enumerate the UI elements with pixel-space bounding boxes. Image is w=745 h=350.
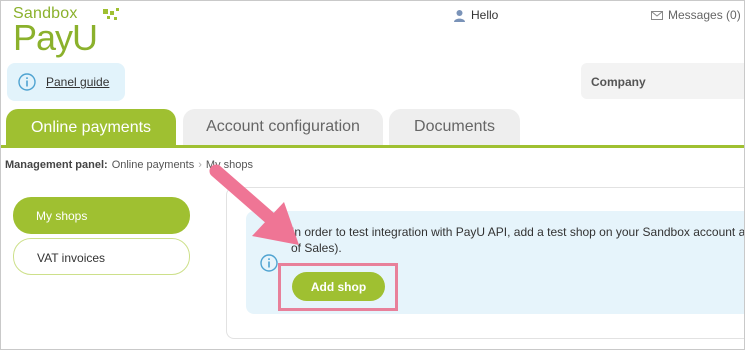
payu-sandbox-logo[interactable]: Sandbox PayU <box>13 5 123 58</box>
main-tabs: Online payments Account configuration Do… <box>1 109 744 147</box>
tab-documents[interactable]: Documents <box>389 109 520 145</box>
logo-payu-text: PayU <box>13 17 98 58</box>
tab-underline <box>1 145 744 148</box>
info-message-line-2: of Sales). <box>291 241 342 255</box>
messages-label: Messages (0) <box>668 8 741 22</box>
breadcrumb-title: Management panel: <box>5 159 108 171</box>
user-icon <box>454 9 465 22</box>
messages-link[interactable]: Messages (0) <box>651 8 741 22</box>
info-icon <box>260 254 278 272</box>
logo-dots-icon <box>103 8 119 20</box>
sidebar-item-my-shops[interactable]: My shops <box>13 197 190 234</box>
info-circle-icon <box>18 73 36 91</box>
breadcrumb: Management panel: Online payments › My s… <box>5 159 253 171</box>
add-shop-button[interactable]: Add shop <box>292 272 385 301</box>
company-selector[interactable]: Company <box>581 63 744 99</box>
envelope-icon <box>651 10 663 20</box>
sidebar-item-vat-invoices[interactable]: VAT invoices <box>13 238 190 275</box>
user-greeting: Hello <box>471 8 499 22</box>
tab-online-payments[interactable]: Online payments <box>6 109 176 147</box>
info-message: In order to test integration with PayU A… <box>291 224 745 256</box>
user-menu[interactable]: Hello <box>453 8 498 22</box>
info-message-line-1: In order to test integration with PayU A… <box>291 225 745 239</box>
page-frame: Sandbox PayU Hello Messages (0) Panel gu… <box>0 0 745 350</box>
panel-guide-link[interactable]: Panel guide <box>46 75 109 89</box>
tab-account-configuration[interactable]: Account configuration <box>183 109 383 145</box>
breadcrumb-item-online-payments[interactable]: Online payments <box>112 159 195 171</box>
panel-guide-box[interactable]: Panel guide <box>7 63 125 101</box>
breadcrumb-item-my-shops: My shops <box>205 159 253 171</box>
breadcrumb-separator: › <box>198 159 202 171</box>
